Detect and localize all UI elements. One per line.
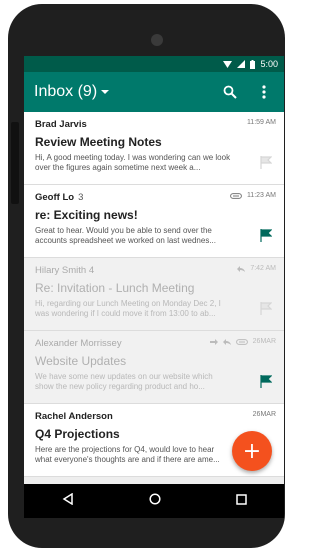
compose-button[interactable]: + bbox=[232, 431, 272, 471]
email-snippet: Hi, regarding our Lunch Meeting on Monda… bbox=[35, 299, 221, 318]
email-time: 26MAR bbox=[252, 338, 276, 345]
reply-icon bbox=[222, 338, 231, 345]
email-subject: Website Updates bbox=[35, 354, 127, 368]
inbox-title[interactable]: Inbox (9) bbox=[34, 83, 97, 101]
email-snippet: Great to hear. Would you be able to send… bbox=[35, 226, 216, 245]
overflow-menu-icon[interactable] bbox=[254, 82, 274, 102]
email-snippet: Here are the projections for Q4, would l… bbox=[35, 445, 220, 464]
status-bar: 5:00 bbox=[24, 56, 284, 72]
flag-icon[interactable] bbox=[260, 229, 273, 247]
home-icon[interactable] bbox=[148, 492, 161, 510]
attachment-icon bbox=[235, 338, 248, 345]
email-meta: 26MAR bbox=[253, 411, 276, 418]
forward-icon bbox=[209, 338, 218, 345]
email-item[interactable]: Hilary Smith 4 7:42 AM Re: Invitation - … bbox=[24, 258, 284, 331]
signal-icon bbox=[237, 60, 246, 68]
flag-icon[interactable] bbox=[260, 302, 273, 320]
battery-icon bbox=[250, 59, 256, 69]
email-time: 11:59 AM bbox=[246, 119, 276, 126]
email-list: Brad Jarvis 11:59 AM Review Meeting Note… bbox=[24, 112, 284, 477]
email-sender: Brad Jarvis bbox=[35, 119, 87, 130]
email-meta: 11:59 AM bbox=[247, 119, 276, 126]
email-subject: Re: Invitation - Lunch Meeting bbox=[35, 281, 195, 295]
app-bar: Inbox (9) bbox=[24, 72, 284, 112]
status-time: 5:00 bbox=[260, 59, 278, 69]
email-item[interactable]: Alexander Morrissey 26MAR Website Update… bbox=[24, 331, 284, 404]
email-snippet: Hi, A good meeting today. I was wonderin… bbox=[35, 153, 231, 172]
email-item[interactable]: Geoff Lo 3 11:23 AM re: Exciting news! Gr… bbox=[24, 185, 284, 258]
email-meta: 11:23 AM bbox=[230, 192, 276, 199]
search-icon[interactable] bbox=[220, 82, 240, 102]
email-time: 11:23 AM bbox=[246, 192, 276, 199]
email-sender: Rachel Anderson bbox=[35, 411, 113, 422]
email-meta: 7:42 AM bbox=[237, 265, 276, 272]
flag-icon[interactable] bbox=[260, 156, 273, 174]
dropdown-arrow-icon[interactable] bbox=[101, 90, 110, 94]
email-time: 26MAR bbox=[252, 411, 276, 418]
plus-icon: + bbox=[242, 438, 262, 464]
email-snippet: We have some new updates on our website … bbox=[35, 372, 213, 391]
wifi-icon bbox=[223, 60, 233, 68]
navigation-bar bbox=[24, 484, 284, 518]
phone-camera bbox=[151, 34, 163, 46]
email-time: 7:42 AM bbox=[250, 265, 276, 272]
phone-side-button bbox=[11, 122, 19, 204]
attachment-icon bbox=[230, 192, 242, 199]
reply-icon bbox=[237, 265, 246, 272]
flag-icon[interactable] bbox=[260, 375, 273, 393]
thread-count: 3 bbox=[78, 192, 84, 203]
email-meta: 26MAR bbox=[209, 338, 276, 345]
back-icon[interactable] bbox=[62, 492, 74, 510]
email-item[interactable]: Brad Jarvis 11:59 AM Review Meeting Note… bbox=[24, 112, 284, 185]
screen: 5:00 Inbox (9) Brad Jarvis 11:59 AM Revi… bbox=[24, 56, 284, 484]
thread-count: 4 bbox=[88, 265, 95, 276]
recents-icon[interactable] bbox=[235, 492, 247, 510]
email-subject: Review Meeting Notes bbox=[35, 135, 162, 149]
email-subject: re: Exciting news! bbox=[35, 208, 138, 222]
